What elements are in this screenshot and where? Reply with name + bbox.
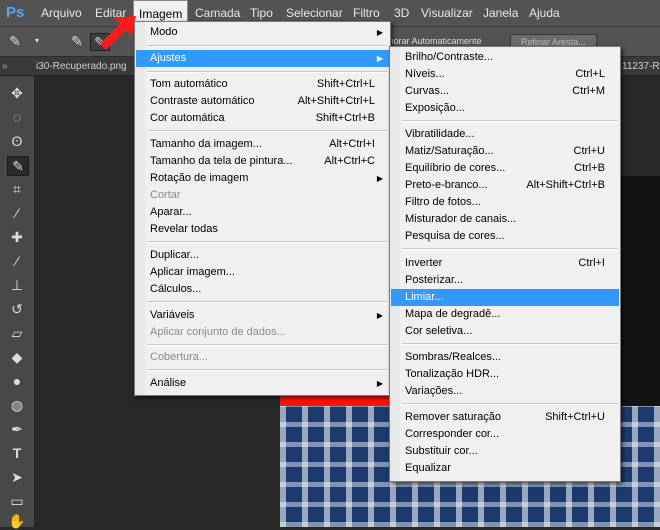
quick-selection-preset-icon[interactable]: ✎ <box>6 33 24 49</box>
menu-item-matiz-saturacao[interactable]: Matiz/Saturação... Ctrl+U <box>391 143 619 160</box>
menu-item-calculos[interactable]: Cálculos... <box>136 281 389 298</box>
history-brush-tool-icon[interactable]: ↺ <box>7 300 27 318</box>
menu-item-cobertura: Cobertura... <box>150 351 209 363</box>
photoshop-logo: Ps <box>6 4 25 21</box>
quick-selection-tool-icon[interactable]: ✎ <box>7 156 29 176</box>
menu-item-cor-automatica[interactable]: Cor automática Shift+Ctrl+B <box>136 110 389 127</box>
menu-item-sombras-realces[interactable]: Sombras/Realces... <box>391 349 619 366</box>
menu-item-limiar[interactable]: Limiar... <box>391 289 619 306</box>
eraser-tool-icon[interactable]: ▱ <box>7 324 27 342</box>
menu-item-tamanho-imagem[interactable]: Tamanho da imagem... Alt+Ctrl+I <box>136 136 389 153</box>
menu-item-remover-saturacao[interactable]: Remover saturação Shift+Ctrl+U <box>391 409 619 426</box>
menu-item-exposicao[interactable]: Exposição... <box>391 100 619 117</box>
blur-tool-icon[interactable]: ● <box>7 372 27 390</box>
menu-item-aplicar-imagem[interactable]: Aplicar imagem... <box>136 264 389 281</box>
menu-item-aparar[interactable]: Aparar... <box>136 204 389 221</box>
menu-item-modo[interactable]: Modo ▶ <box>136 24 389 41</box>
menu-item-curvas[interactable]: Curvas... Ctrl+M <box>391 83 619 100</box>
menu-item-niveis[interactable]: Níveis... Ctrl+L <box>391 66 619 83</box>
menu-item-equilibrio-cores[interactable]: Equilíbrio de cores... Ctrl+B <box>391 160 619 177</box>
menu-ajuda[interactable]: Ajuda <box>524 0 565 26</box>
eyedropper-tool-icon[interactable]: ⁄ <box>7 204 27 222</box>
menu-item-misturador-canais[interactable]: Misturador de canais... <box>391 211 619 228</box>
menu-item-brilho-contraste[interactable]: Brilho/Contraste... <box>391 49 619 66</box>
menu-janela[interactable]: Janela <box>478 0 523 26</box>
tabs-overflow-icon[interactable]: » <box>2 59 8 74</box>
menu-item-vibratilidade[interactable]: Vibratilidade... <box>391 126 619 143</box>
menu-3d[interactable]: 3D <box>389 0 414 26</box>
menu-item-analise[interactable]: Análise ▶ <box>136 375 389 392</box>
pen-tool-icon[interactable]: ✒ <box>7 420 27 438</box>
submenu-arrow-icon: ▶ <box>376 379 383 388</box>
menu-item-duplicar[interactable]: Duplicar... <box>136 247 389 264</box>
submenu-arrow-icon: ▶ <box>376 54 383 63</box>
submenu-arrow-icon: ▶ <box>376 28 383 37</box>
new-selection-brush-icon[interactable]: ✎ <box>68 33 86 49</box>
menu-item-tom-automatico[interactable]: Tom automático Shift+Ctrl+L <box>136 76 389 93</box>
paint-bucket-tool-icon[interactable]: ◆ <box>7 348 27 366</box>
menu-item-contraste-automatico[interactable]: Contraste automático Alt+Shift+Ctrl+L <box>136 93 389 110</box>
healing-brush-tool-icon[interactable]: ✚ <box>7 228 27 246</box>
rectangle-tool-icon[interactable]: ▭ <box>7 492 27 510</box>
clone-stamp-tool-icon[interactable]: ⊥ <box>7 276 27 294</box>
toolbox: ✥ ◌ ʘ ✎ ⌗ ⁄ ✚ ⁄ ⊥ ↺ ▱ ◆ ● ◍ ✒ T ➤ ▭ ✋ <box>0 76 35 530</box>
menu-item-variacoes[interactable]: Variações... <box>391 383 619 400</box>
menu-item-tonalizacao-hdr[interactable]: Tonalização HDR... <box>391 366 619 383</box>
dodge-tool-icon[interactable]: ◍ <box>7 396 27 414</box>
menu-item-aplicar-conjunto-dados: Aplicar conjunto de dados... <box>150 326 286 338</box>
menu-item-rotacao-imagem[interactable]: Rotação de imagem ▶ <box>136 170 389 187</box>
chevron-down-icon[interactable]: ▾ <box>28 33 46 49</box>
menu-item-equalizar[interactable]: Equalizar <box>391 460 619 477</box>
path-selection-tool-icon[interactable]: ➤ <box>7 468 27 486</box>
menu-item-cor-seletiva[interactable]: Cor seletiva... <box>391 323 619 340</box>
marquee-tool-icon[interactable]: ◌ <box>7 108 27 126</box>
menu-item-preto-e-branco[interactable]: Preto-e-branco... Alt+Shift+Ctrl+B <box>391 177 619 194</box>
menu-item-ajustes[interactable]: Ajustes ▶ <box>136 50 389 67</box>
menu-item-corresponder-cor[interactable]: Corresponder cor... <box>391 426 619 443</box>
type-tool-icon[interactable]: T <box>7 444 27 462</box>
menu-item-variaveis[interactable]: Variáveis ▶ <box>136 307 389 324</box>
crop-tool-icon[interactable]: ⌗ <box>7 180 27 198</box>
menu-item-substituir-cor[interactable]: Substituir cor... <box>391 443 619 460</box>
menu-item-filtro-fotos[interactable]: Filtro de fotos... <box>391 194 619 211</box>
tab-document[interactable]: i30-Recuperado.png <box>36 59 127 74</box>
menu-item-pesquisa-cores[interactable]: Pesquisa de cores... <box>391 228 619 245</box>
tab-document-2[interactable]: 11237-Re <box>622 59 660 74</box>
submenu-arrow-icon: ▶ <box>376 174 383 183</box>
menu-item-posterizar[interactable]: Posterizar... <box>391 272 619 289</box>
menu-item-mapa-degrade[interactable]: Mapa de degradê... <box>391 306 619 323</box>
brush-tool-icon[interactable]: ⁄ <box>7 252 27 270</box>
menu-visualizar[interactable]: Visualizar <box>416 0 478 26</box>
move-tool-icon[interactable]: ✥ <box>7 84 27 102</box>
imagem-menu: Modo ▶ Ajustes ▶ Tom automático Shift+Ctrl+… <box>134 21 391 396</box>
menu-item-cortar: Cortar <box>150 189 181 201</box>
lasso-tool-icon[interactable]: ʘ <box>7 132 27 150</box>
submenu-arrow-icon: ▶ <box>376 311 383 320</box>
hand-tool-icon[interactable]: ✋ <box>7 512 27 530</box>
menu-arquivo[interactable]: Arquivo <box>36 0 87 26</box>
menu-item-revelar-todas[interactable]: Revelar todas <box>136 221 389 238</box>
menu-item-inverter[interactable]: Inverter Ctrl+I <box>391 255 619 272</box>
menu-item-tamanho-tela[interactable]: Tamanho da tela de pintura... Alt+Ctrl+C <box>136 153 389 170</box>
ajustes-submenu: Brilho/Contraste... Níveis... Ctrl+L Curv… <box>389 46 621 482</box>
